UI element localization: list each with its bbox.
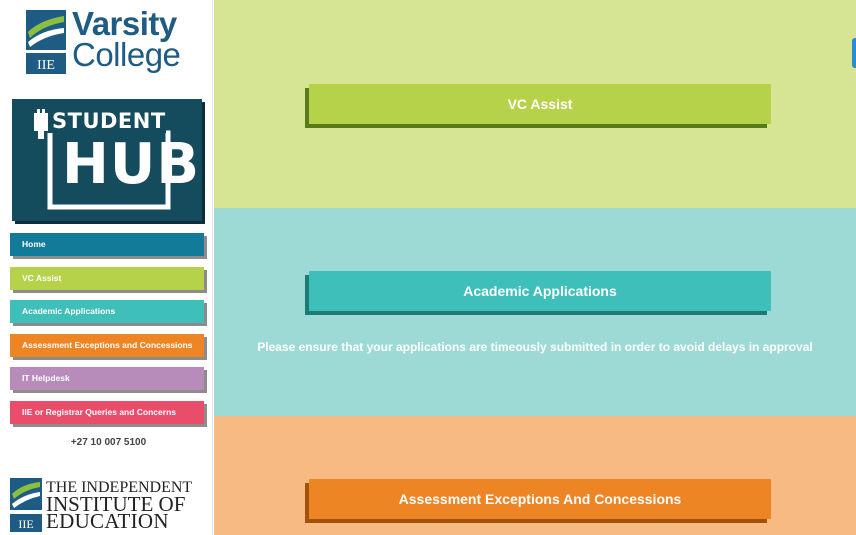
sidebar-nav: Home VC Assist Academic Applications Ass… (10, 233, 204, 434)
student-hub-logo: STUDENT HUB (12, 99, 202, 221)
section-vc-assist: VC Assist (214, 0, 856, 208)
vc-name-line2: College (72, 36, 181, 73)
sidebar: IIE Varsity College STUDENT HUB Home VC … (0, 0, 213, 535)
assessment-exceptions-button[interactable]: Assessment Exceptions And Concessions (309, 479, 771, 519)
varsity-college-logo[interactable]: IIE Varsity College (26, 5, 196, 74)
varsity-college-wordmark: Varsity College (72, 5, 181, 73)
sidebar-item-it-helpdesk[interactable]: IT Helpdesk (10, 367, 204, 390)
academic-applications-button[interactable]: Academic Applications (309, 271, 771, 311)
section-academic-applications: Academic Applications Please ensure that… (214, 208, 856, 416)
hub-word-student: STUDENT (52, 109, 166, 133)
vc-badge-text: IIE (37, 58, 55, 73)
vc-assist-button[interactable]: VC Assist (309, 84, 771, 124)
phone-number: +27 10 007 5100 (70, 437, 147, 448)
phone-contact[interactable]: +27 10 007 5100 (0, 437, 213, 448)
academic-applications-notice: Please ensure that your applications are… (257, 340, 813, 354)
sidebar-item-vc-assist[interactable]: VC Assist (10, 266, 204, 290)
hub-word-hub: HUB (62, 132, 201, 197)
vc-name-line1: Varsity (72, 5, 177, 42)
iie-logo-mark: IIE (10, 478, 42, 532)
sidebar-item-home[interactable]: Home (10, 233, 204, 256)
sidebar-item-registrar-queries[interactable]: IIE or Registrar Queries and Concerns (10, 400, 204, 424)
section-assessment-exceptions: Assessment Exceptions And Concessions (214, 416, 856, 535)
varsity-college-logo-mark: IIE (26, 10, 66, 74)
sidebar-item-assessment-exceptions[interactable]: Assessment Exceptions and Concessions (10, 333, 204, 357)
iie-badge-text: IIE (18, 517, 33, 531)
iie-wordmark: THE INDEPENDENT INSTITUTE OF EDUCATION (46, 479, 192, 532)
sidebar-item-academic-applications[interactable]: Academic Applications (10, 300, 204, 323)
side-scroll-tab[interactable] (852, 38, 856, 68)
iie-logo: IIE THE INDEPENDENT INSTITUTE OF EDUCATI… (10, 478, 202, 532)
main-content: VC Assist Academic Applications Please e… (214, 0, 856, 535)
